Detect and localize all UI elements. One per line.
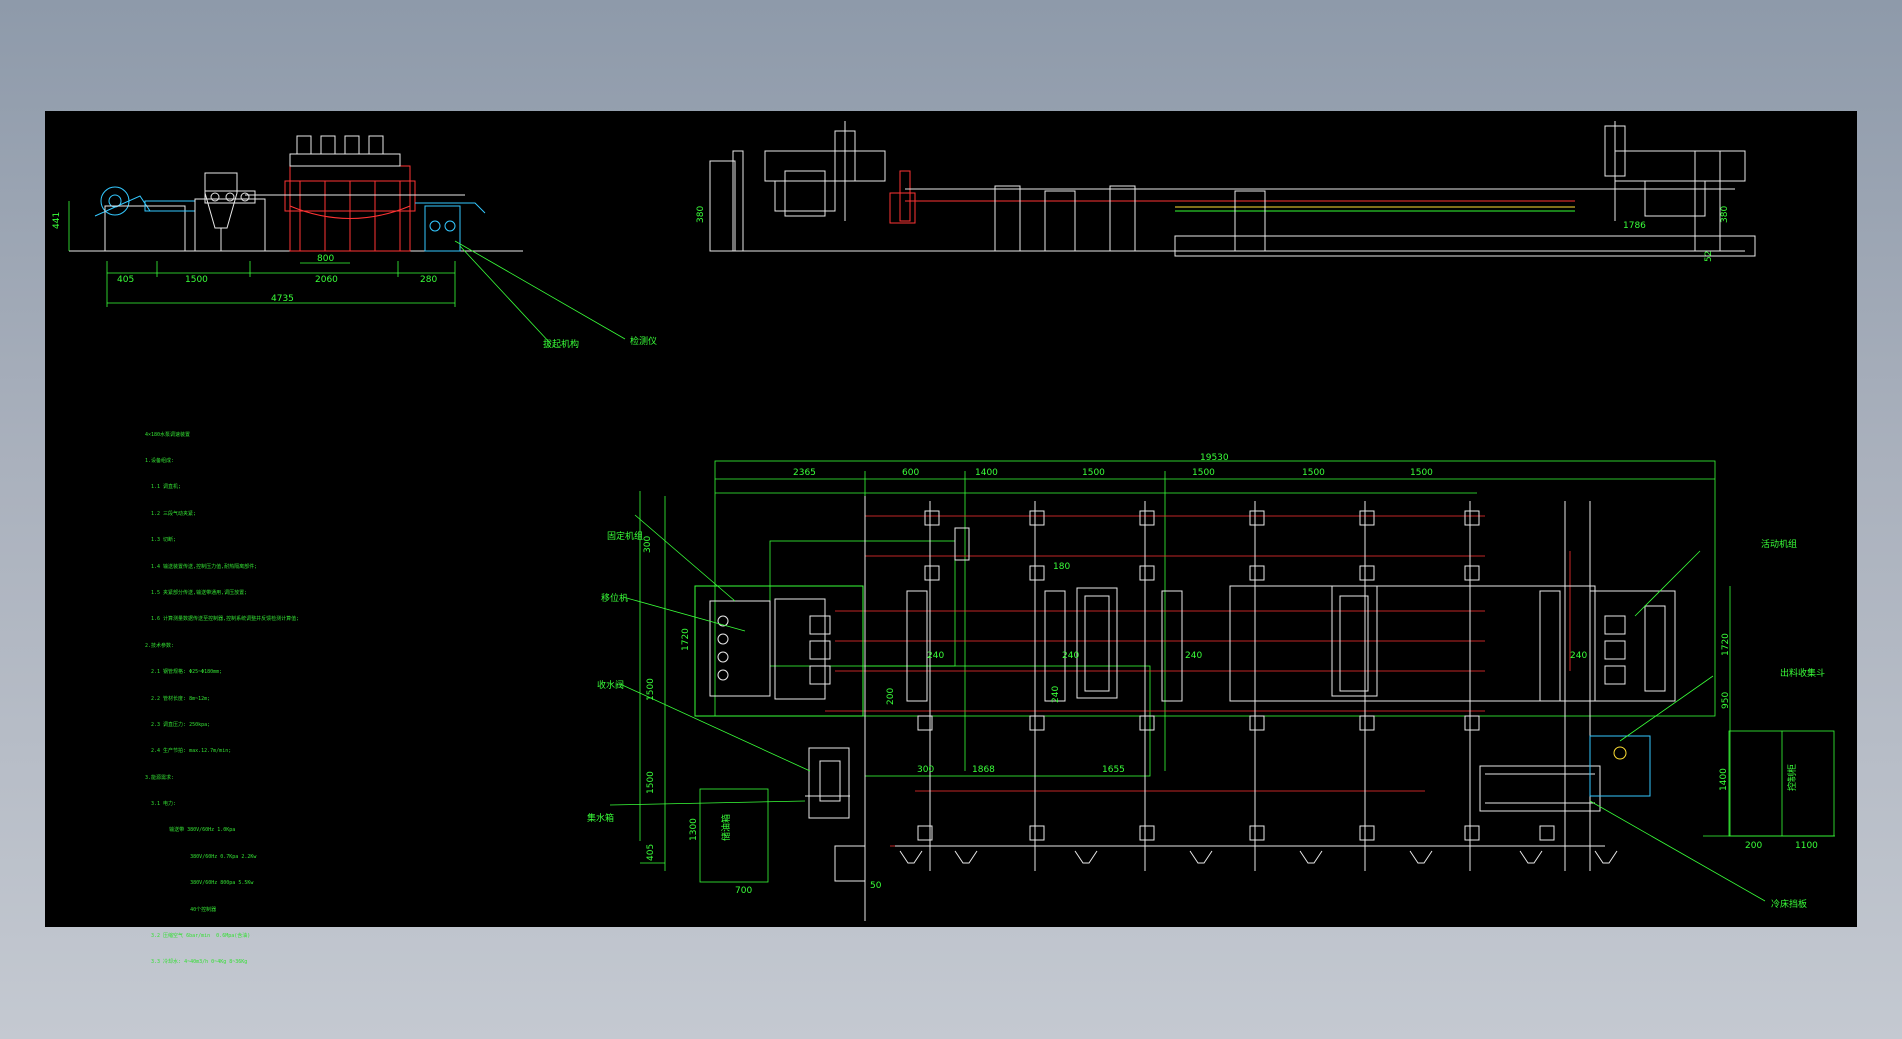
label-pull-mechanism: 拔起机构 xyxy=(543,338,579,350)
dim-plan-2: 600 xyxy=(902,468,919,478)
dim-plan-4: 1500 xyxy=(1082,468,1105,478)
dim-plan-v6: 405 xyxy=(646,844,656,861)
dim-right-small: 52 xyxy=(1704,251,1714,262)
dim-plan-c3: 700 xyxy=(735,886,752,896)
note-line: 2.3 调直压力: 250kpa; xyxy=(145,721,211,728)
dim-plan-6: 1500 xyxy=(1302,468,1325,478)
dim-plan-c2: 1655 xyxy=(1102,765,1125,775)
dim-left-5: 800 xyxy=(317,254,334,264)
dim-plan-v5: 1300 xyxy=(689,818,699,841)
side-view-right xyxy=(709,121,1756,257)
label-oil-tank: 储油箱 xyxy=(720,814,732,841)
note-line: 1.设备组成: xyxy=(145,457,175,464)
label-movable-group: 活动机组 xyxy=(1761,538,1797,550)
dim-plan-total: 19530 xyxy=(1200,453,1229,463)
note-line: 2.技术参数: xyxy=(145,642,175,649)
label-collector: 出料收集斗 xyxy=(1780,667,1825,679)
note-line: 2.4 生产节拍: max.12.7m/min; xyxy=(145,748,232,755)
dim-right-h1: 380 xyxy=(696,206,706,223)
note-line: 2.1 钢管规格: Φ25~Φ180mm; xyxy=(145,669,223,676)
label-control-box: 控制柜 xyxy=(1786,764,1798,791)
label-end-stop: 冷床挡板 xyxy=(1771,898,1807,910)
note-line: 1.4 输送装置传送,控制压力值,耐热隔离部件; xyxy=(145,563,258,570)
dim-left-total: 4735 xyxy=(271,294,294,304)
note-line: 1.6 计算测量数据传送至控制器,控制系统调整并反馈检测计算值; xyxy=(145,616,300,623)
label-shift-machine: 移位机 xyxy=(601,592,628,604)
dim-right-span: 1786 xyxy=(1623,221,1646,231)
label-fixed-group: 固定机组 xyxy=(607,530,643,542)
note-line: 380V/60Hz 800pa 5.5Kw xyxy=(145,880,254,887)
cad-drawing-canvas[interactable]: 441 405 1500 2060 280 800 4735 拔起机构 检测仪 … xyxy=(45,111,1857,965)
dim-plan-7: 1500 xyxy=(1410,468,1433,478)
dim-left-4: 280 xyxy=(420,275,437,285)
dim-plan-r1: 1720 xyxy=(1721,633,1731,656)
plan-view xyxy=(609,460,1835,921)
dim-left-3: 2060 xyxy=(315,275,338,285)
dim-plan-3: 1400 xyxy=(975,468,998,478)
dim-left-height: 441 xyxy=(52,212,62,229)
technical-notes: 4×180水泵调速装置 1.设备组成: 1.1 调直机; 1.2 三段气动夹紧;… xyxy=(145,413,299,976)
label-detector: 检测仪 xyxy=(630,335,657,347)
dim-plan-c1: 1868 xyxy=(972,765,995,775)
note-line: 1.5 夹紧部分传送,输送带通用,调压放置; xyxy=(145,589,248,596)
dim-left-2: 1500 xyxy=(185,275,208,285)
dim-plan-b3: 240 xyxy=(1062,651,1079,661)
side-view-left xyxy=(68,135,626,344)
label-water-valve: 收水阀 xyxy=(597,679,624,691)
dim-plan-5: 1500 xyxy=(1192,468,1215,478)
dim-plan-b4: 240 xyxy=(1185,651,1202,661)
label-pump: 集水箱 xyxy=(587,812,614,824)
note-line: 3.3 冷却水: 4~40m3/h 0~4Kg 8~36Kg xyxy=(145,959,248,966)
dim-plan-r3: 1400 xyxy=(1719,768,1729,791)
dim-plan-r5: 1100 xyxy=(1795,841,1818,851)
cad-drawing: 441 405 1500 2060 280 800 4735 拔起机构 检测仪 … xyxy=(52,121,1835,921)
dim-plan-b2: 240 xyxy=(927,651,944,661)
dim-plan-v2: 1720 xyxy=(681,628,691,651)
note-line: 1.3 切断; xyxy=(145,537,177,544)
note-line: 4×180水泵调速装置 xyxy=(145,431,191,438)
dim-plan-v4: 1500 xyxy=(646,771,656,794)
note-line: 2.2 管材长度: 8m~12m; xyxy=(145,695,211,702)
note-line: 3.1 电力: xyxy=(145,801,177,808)
dim-plan-b8: 300 xyxy=(917,765,934,775)
dim-plan-b7: 200 xyxy=(886,688,896,705)
dim-plan-v3: 1500 xyxy=(646,678,656,701)
note-line: 40个控制器 xyxy=(145,906,217,913)
note-line: 1.1 调直机; xyxy=(145,484,182,491)
dim-plan-1: 2365 xyxy=(793,468,816,478)
dim-plan-b6: 240 xyxy=(1051,686,1061,703)
note-line: 输送带 380V/60Hz 1.0Kpa xyxy=(145,827,236,834)
dim-plan-b1: 180 xyxy=(1053,562,1070,572)
note-line: 380V/60Hz 0.7Kpa 2.2Kw xyxy=(145,853,257,860)
note-line: 3.能源需求: xyxy=(145,774,175,781)
dim-plan-r4: 200 xyxy=(1745,841,1762,851)
note-line: 1.2 三段气动夹紧; xyxy=(145,510,197,517)
dim-plan-c4: 50 xyxy=(870,881,882,891)
dim-left-1: 405 xyxy=(117,275,134,285)
dim-right-h2: 380 xyxy=(1720,206,1730,223)
dim-plan-r2: 950 xyxy=(1721,692,1731,709)
dim-plan-v1: 300 xyxy=(643,536,653,553)
dim-plan-b5: 240 xyxy=(1570,651,1587,661)
note-line: 3.2 压缩空气 6bar/min 0.6Mpa(含油) xyxy=(145,933,251,940)
